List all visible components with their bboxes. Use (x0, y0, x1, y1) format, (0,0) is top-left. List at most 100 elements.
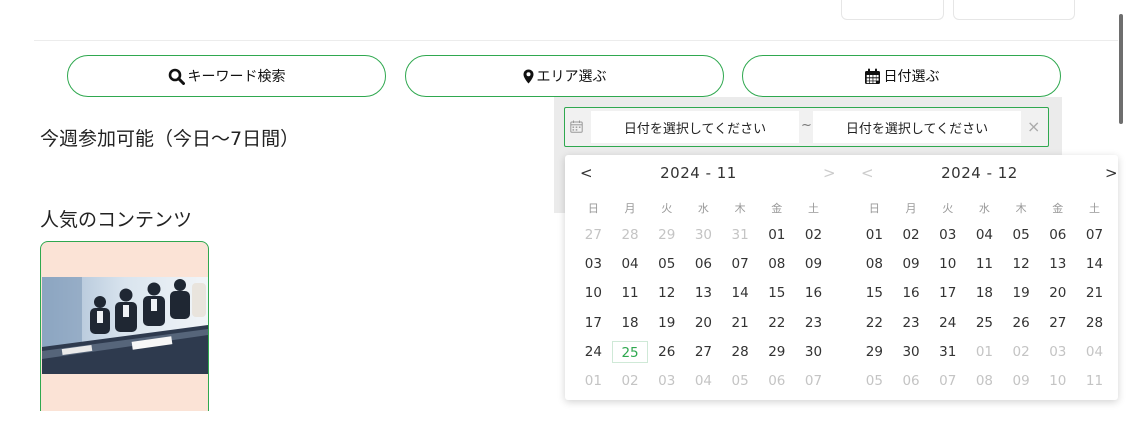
calendar-day[interactable]: 09 (795, 253, 832, 275)
header-button-1[interactable] (841, 0, 944, 20)
calendar-day[interactable]: 31 (929, 341, 966, 363)
calendar-day-outside[interactable]: 30 (685, 224, 722, 246)
calendar-day[interactable]: 16 (893, 282, 930, 304)
keyword-search-button[interactable]: キーワード検索 (67, 55, 386, 97)
calendar-day[interactable]: 24 (929, 312, 966, 334)
calendar-day[interactable]: 10 (929, 253, 966, 275)
calendar-day-outside[interactable]: 10 (1039, 370, 1076, 392)
calendar-day[interactable]: 27 (1039, 312, 1076, 334)
calendar-day[interactable]: 27 (685, 341, 722, 363)
date-range-input[interactable]: 日付を選択してください ~ 日付を選択してください × (564, 107, 1049, 147)
calendar-day[interactable]: 06 (685, 253, 722, 275)
calendar-day[interactable]: 03 (929, 224, 966, 246)
calendar-day[interactable]: 14 (722, 282, 759, 304)
calendar-day[interactable]: 07 (722, 253, 759, 275)
calendar-day[interactable]: 22 (856, 312, 893, 334)
calendar-day-outside[interactable]: 06 (893, 370, 930, 392)
calendar-day-outside[interactable]: 05 (856, 370, 893, 392)
calendar-day[interactable]: 24 (575, 341, 612, 363)
calendar-day[interactable]: 16 (795, 282, 832, 304)
calendar-day[interactable]: 01 (758, 224, 795, 246)
calendar-day-outside[interactable]: 02 (1003, 341, 1040, 363)
calendar-day[interactable]: 28 (722, 341, 759, 363)
calendar-day[interactable]: 13 (1039, 253, 1076, 275)
calendar-day[interactable]: 14 (1076, 253, 1113, 275)
calendar-day-outside[interactable]: 28 (612, 224, 649, 246)
content-card[interactable] (40, 241, 209, 411)
calendar-day-outside[interactable]: 05 (722, 370, 759, 392)
end-date-field[interactable]: 日付を選択してください (813, 111, 1021, 143)
range-separator: ~ (801, 118, 812, 133)
calendar-day-outside[interactable]: 09 (1003, 370, 1040, 392)
calendar-day-outside[interactable]: 11 (1076, 370, 1113, 392)
calendar-day[interactable]: 10 (575, 282, 612, 304)
calendar-day[interactable]: 06 (1039, 224, 1076, 246)
clear-icon[interactable]: × (1027, 117, 1040, 136)
calendar-day-outside[interactable]: 31 (722, 224, 759, 246)
calendar-day[interactable]: 29 (758, 341, 795, 363)
calendar-day[interactable]: 19 (1003, 282, 1040, 304)
weekday-label: 火 (942, 202, 954, 215)
calendar-day[interactable]: 29 (856, 341, 893, 363)
header-button-2[interactable] (953, 0, 1075, 20)
calendar-day[interactable]: 05 (648, 253, 685, 275)
next-month-button[interactable]: > (1105, 164, 1118, 182)
calendar-day[interactable]: 18 (966, 282, 1003, 304)
calendar-day[interactable]: 18 (612, 312, 649, 334)
calendar-day[interactable]: 15 (758, 282, 795, 304)
calendar-day[interactable]: 26 (648, 341, 685, 363)
date-select-button[interactable]: 日付選ぶ (742, 55, 1061, 97)
calendar-day[interactable]: 21 (722, 312, 759, 334)
calendar-day[interactable]: 19 (648, 312, 685, 334)
area-select-button[interactable]: エリア選ぶ (405, 55, 724, 97)
calendar-day[interactable]: 17 (575, 312, 612, 334)
calendar-day-outside[interactable]: 03 (648, 370, 685, 392)
weekday-label: 月 (905, 202, 917, 215)
calendar-day[interactable]: 26 (1003, 312, 1040, 334)
calendar-day[interactable]: 02 (795, 224, 832, 246)
scrollbar-thumb[interactable] (1119, 14, 1123, 124)
calendar-day-outside[interactable]: 04 (1076, 341, 1113, 363)
calendar-day[interactable]: 08 (856, 253, 893, 275)
calendar-day[interactable]: 22 (758, 312, 795, 334)
calendar-day-today[interactable]: 25 (611, 340, 649, 363)
calendar-day[interactable]: 20 (1039, 282, 1076, 304)
calendar-day-outside[interactable]: 02 (612, 370, 649, 392)
calendar-day[interactable]: 07 (1076, 224, 1113, 246)
calendar-day[interactable]: 12 (648, 282, 685, 304)
calendar-day-outside[interactable]: 04 (685, 370, 722, 392)
start-date-field[interactable]: 日付を選択してください (591, 111, 799, 143)
calendar-day[interactable]: 01 (856, 224, 893, 246)
calendar-day[interactable]: 28 (1076, 312, 1113, 334)
calendar-day[interactable]: 09 (893, 253, 930, 275)
calendar-day[interactable]: 03 (575, 253, 612, 275)
calendar-day-outside[interactable]: 01 (966, 341, 1003, 363)
calendar-day-outside[interactable]: 07 (929, 370, 966, 392)
search-icon (168, 68, 185, 85)
calendar-day[interactable]: 13 (685, 282, 722, 304)
calendar-day[interactable]: 04 (612, 253, 649, 275)
calendar-day[interactable]: 21 (1076, 282, 1113, 304)
calendar-day[interactable]: 04 (966, 224, 1003, 246)
calendar-day-outside[interactable]: 06 (758, 370, 795, 392)
calendar-day-outside[interactable]: 29 (648, 224, 685, 246)
calendar-day[interactable]: 25 (966, 312, 1003, 334)
calendar-day-outside[interactable]: 27 (575, 224, 612, 246)
calendar-day[interactable]: 05 (1003, 224, 1040, 246)
calendar-day[interactable]: 15 (856, 282, 893, 304)
calendar-day[interactable]: 30 (795, 341, 832, 363)
calendar-day[interactable]: 30 (893, 341, 930, 363)
calendar-day[interactable]: 02 (893, 224, 930, 246)
calendar-day-outside[interactable]: 08 (966, 370, 1003, 392)
calendar-day[interactable]: 17 (929, 282, 966, 304)
calendar-day[interactable]: 23 (795, 312, 832, 334)
calendar-day-outside[interactable]: 07 (795, 370, 832, 392)
calendar-day[interactable]: 23 (893, 312, 930, 334)
calendar-day[interactable]: 20 (685, 312, 722, 334)
calendar-day-outside[interactable]: 03 (1039, 341, 1076, 363)
calendar-day-outside[interactable]: 01 (575, 370, 612, 392)
calendar-day[interactable]: 12 (1003, 253, 1040, 275)
calendar-day[interactable]: 08 (758, 253, 795, 275)
calendar-day[interactable]: 11 (966, 253, 1003, 275)
calendar-day[interactable]: 11 (612, 282, 649, 304)
